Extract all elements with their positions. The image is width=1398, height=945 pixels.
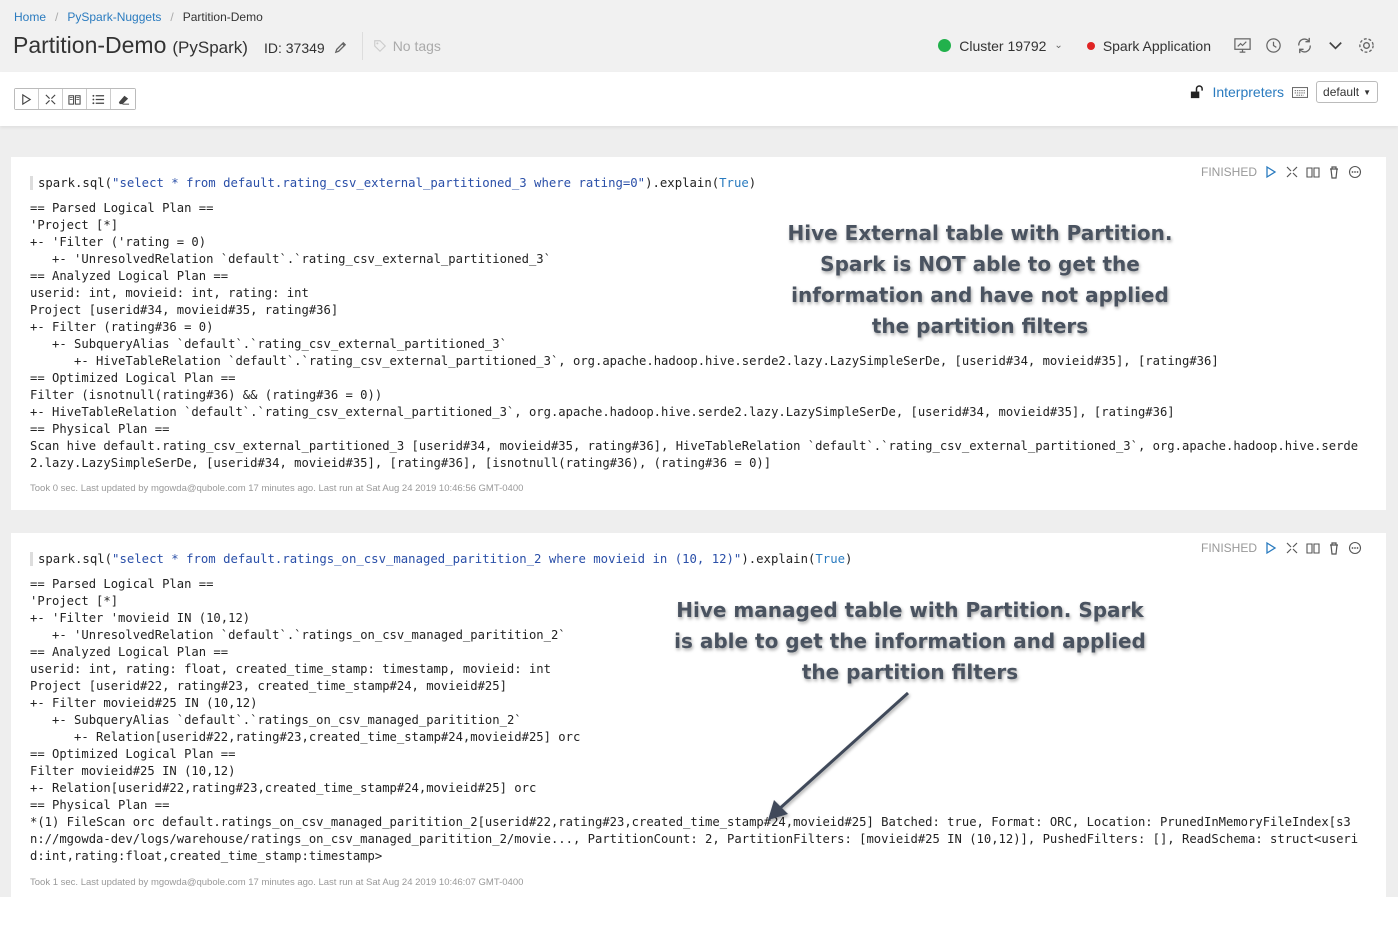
code-mid: ).explain( (645, 176, 720, 190)
breadcrumb-home-link[interactable]: Home (14, 10, 46, 24)
header-right-controls: Cluster 19792 ⌄ Spark Application (938, 36, 1376, 55)
collapse-icon[interactable] (1285, 541, 1299, 555)
book-icon (68, 94, 81, 105)
paragraph-code-editor[interactable]: spark.sql("select * from default.rating_… (30, 176, 756, 190)
refresh-icon[interactable] (1295, 36, 1314, 55)
notebook-toolbar: Interpreters default ▼ (0, 72, 1398, 126)
breadcrumb: Home / PySpark-Nuggets / Partition-Demo (14, 10, 263, 24)
paragraph-code-editor[interactable]: spark.sql("select * from default.ratings… (30, 552, 852, 566)
hide-output-button[interactable] (63, 89, 87, 109)
breadcrumb-separator: / (55, 10, 59, 24)
action-button-group (14, 88, 136, 110)
cluster-status-icon (938, 39, 952, 52)
code-keyword: True (815, 552, 846, 566)
code-mid: ).explain( (741, 552, 816, 566)
code-prefix: spark.sql( (38, 552, 113, 566)
chevron-down-icon: ⌄ (1054, 40, 1063, 51)
caret-down-icon: ▼ (1363, 87, 1371, 97)
play-icon[interactable] (1264, 165, 1278, 179)
notebook-language: (PySpark) (172, 38, 248, 57)
code-suffix: ) (748, 176, 757, 190)
header-divider (361, 32, 363, 60)
spark-application-label: Spark Application (1102, 37, 1211, 54)
page-bottom-area (0, 897, 1398, 945)
run-all-button[interactable] (15, 89, 39, 109)
tag-icon (373, 40, 386, 53)
default-interpreter-select[interactable]: default ▼ (1316, 81, 1378, 103)
chevron-down-icon[interactable] (1326, 36, 1345, 55)
more-options-icon[interactable] (1348, 541, 1362, 555)
toolbar-right: Interpreters default ▼ (1189, 81, 1378, 103)
code-string: "select * from default.rating_csv_extern… (112, 176, 646, 190)
more-options-icon[interactable] (1348, 165, 1362, 179)
interpreters-link[interactable]: Interpreters (1212, 84, 1284, 100)
keyboard-icon[interactable] (1292, 86, 1309, 98)
spark-status-icon (1086, 41, 1095, 50)
collapse-icon[interactable] (1285, 165, 1299, 179)
monitor-icon[interactable] (1233, 36, 1252, 55)
header-icon-group (1233, 36, 1376, 55)
book-icon[interactable] (1306, 541, 1320, 555)
paragraph-footer: Took 1 sec. Last updated by mgowda@qubol… (30, 877, 524, 888)
annotation-external-table: Hive External table with Partition. Spar… (787, 221, 1173, 338)
trash-icon[interactable] (1327, 541, 1341, 555)
paragraph-status: FINISHED (1200, 541, 1257, 555)
code-prefix: spark.sql( (38, 176, 113, 190)
unlock-icon[interactable] (1189, 84, 1204, 100)
paragraph-status-bar: FINISHED (1201, 541, 1362, 555)
tags-area[interactable]: No tags (373, 38, 441, 54)
list-icon (92, 94, 105, 104)
notebook-id: ID: 37349 (263, 40, 325, 56)
play-icon (22, 93, 32, 105)
breadcrumb-current: Partition-Demo (182, 10, 263, 24)
list-button[interactable] (87, 89, 111, 109)
cluster-label: Cluster 19792 (959, 37, 1047, 54)
collapse-icon (45, 93, 56, 105)
annotation-managed-table: Hive managed table with Partition. Spark… (674, 598, 1146, 684)
paragraph-footer: Took 0 sec. Last updated by mgowda@qubol… (30, 483, 524, 494)
select-value: default (1323, 85, 1360, 99)
code-suffix: ) (845, 552, 853, 566)
notebook-header: Home / PySpark-Nuggets / Partition-Demo … (0, 0, 1398, 72)
eraser-icon (118, 95, 129, 105)
spark-application-link[interactable]: Spark Application (1086, 37, 1211, 54)
breadcrumb-folder-link[interactable]: PySpark-Nuggets (67, 10, 161, 24)
cluster-selector[interactable]: Cluster 19792 ⌄ (938, 38, 1063, 54)
book-icon[interactable] (1306, 165, 1320, 179)
trash-icon[interactable] (1327, 165, 1341, 179)
clear-output-button[interactable] (111, 89, 135, 109)
paragraph-2: FINISHED spark.sql("select * from defaul… (11, 533, 1386, 897)
notebook-name[interactable]: Partition-Demo (13, 32, 166, 59)
code-string: "select * from default.ratings_on_csv_ma… (112, 552, 742, 566)
gear-icon[interactable] (1357, 36, 1376, 55)
pencil-icon[interactable] (333, 40, 348, 55)
breadcrumb-separator: / (170, 10, 174, 24)
hide-code-button[interactable] (39, 89, 63, 109)
paragraph-status: FINISHED (1200, 165, 1257, 179)
code-keyword: True (719, 176, 749, 190)
play-icon[interactable] (1264, 541, 1278, 555)
notebook-title-row: Partition-Demo (PySpark) ID: 37349 No ta… (13, 32, 441, 60)
history-icon[interactable] (1264, 36, 1283, 55)
paragraph-status-bar: FINISHED (1201, 165, 1362, 179)
tags-placeholder: No tags (392, 38, 441, 54)
